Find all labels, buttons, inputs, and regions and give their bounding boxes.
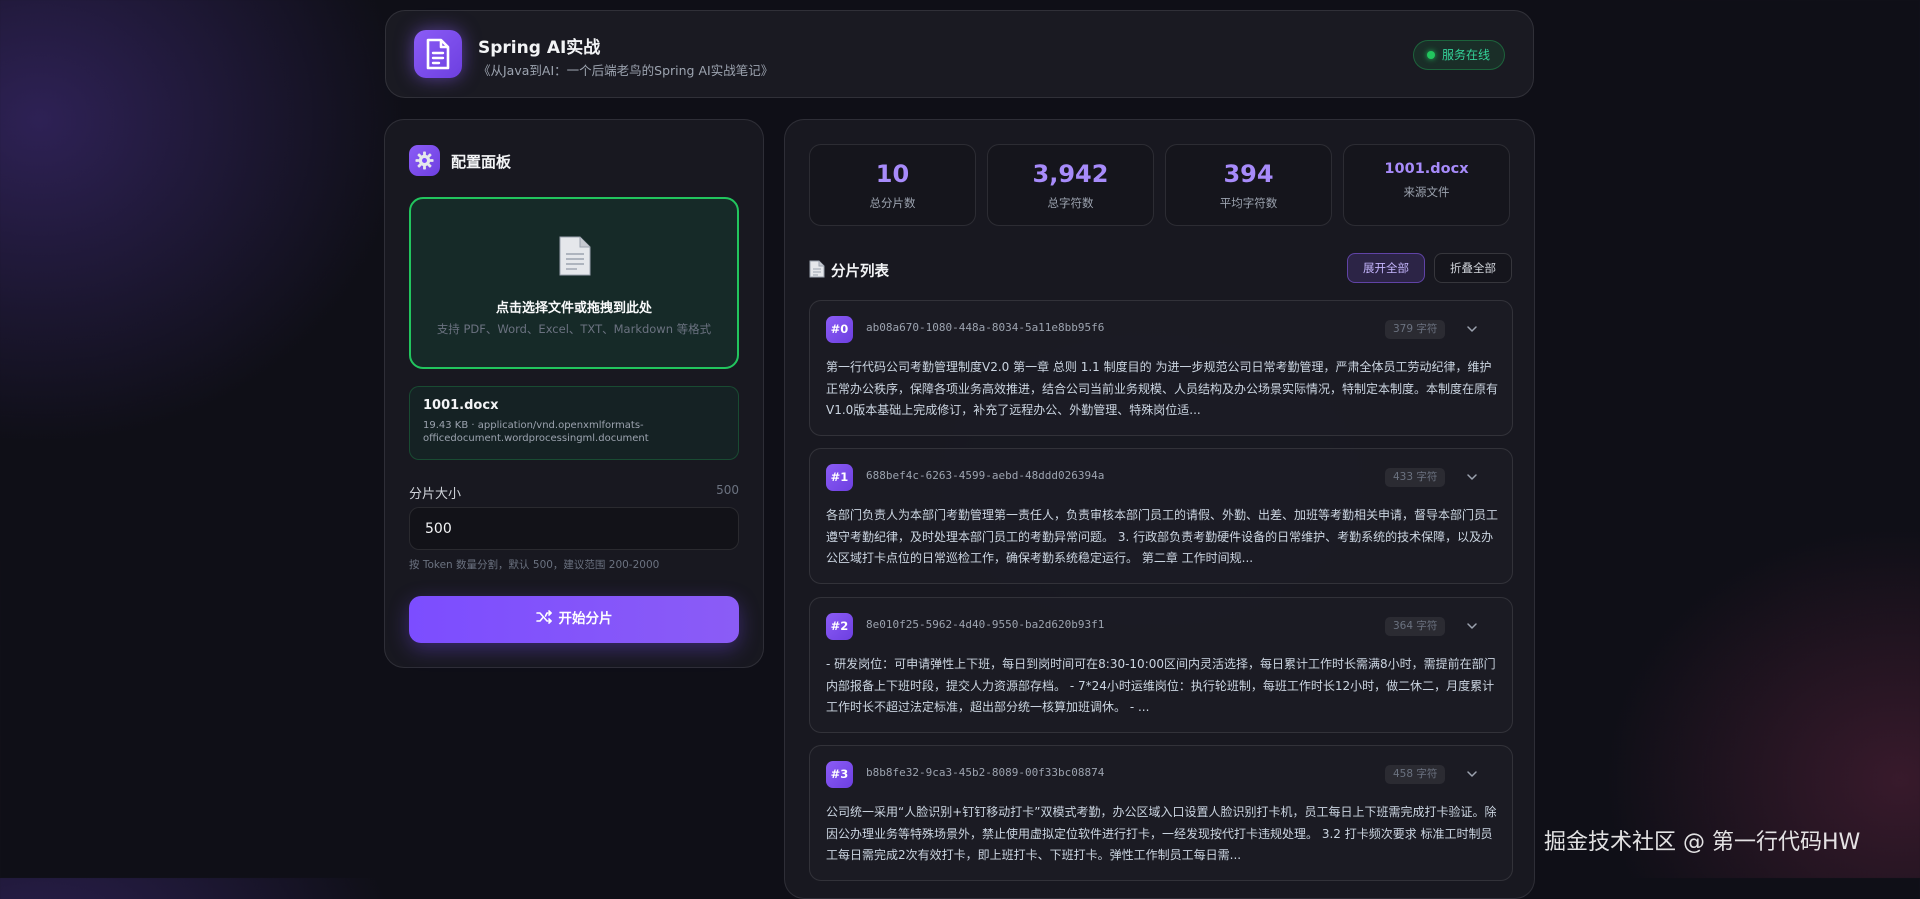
status-dot-icon: [1426, 51, 1435, 59]
stat-avg-chars-value: 394: [1223, 160, 1274, 188]
chunk-char-count: 458 字符: [1385, 765, 1446, 784]
chunk-char-count: 364 字符: [1385, 617, 1446, 636]
stat-total-chars: 3,942 总字符数: [987, 144, 1154, 226]
stat-source-file: 1001.docx 来源文件: [1343, 144, 1510, 226]
stat-avg-chars: 394 平均字符数: [1165, 144, 1332, 226]
selected-file-card: 1001.docx 19.43 KB · application/vnd.ope…: [409, 386, 739, 460]
chunk-id: b8b8fe32-9ca3-45b2-8089-00f33bc08874: [866, 766, 1105, 779]
chunk-size-display: 500: [716, 483, 739, 497]
chunk-text: 公司统一采用“人脸识别+钉钉移动打卡”双模式考勤，办公区域入口设置人脸识别打卡机…: [826, 805, 1497, 862]
chunk-index-badge: #1: [826, 464, 853, 491]
stat-total-chars-value: 3,942: [1032, 160, 1109, 188]
chunk-card[interactable]: #1 688bef4c-6263-4599-aebd-48ddd026394a …: [809, 448, 1513, 584]
upload-hint: 支持 PDF、Word、Excel、TXT、Markdown 等格式: [436, 322, 712, 336]
chunk-card[interactable]: #3 b8b8fe32-9ca3-45b2-8089-00f33bc08874 …: [809, 745, 1513, 881]
file-name: 1001.docx: [423, 398, 499, 413]
start-split-label: 开始分片: [558, 611, 613, 627]
file-icon: [559, 236, 591, 276]
watermark: 掘金技术社区 @ 第一行代码HW: [1544, 830, 1861, 855]
file-meta: 19.43 KB · application/vnd.openxmlformat…: [423, 420, 649, 444]
chevron-down-icon[interactable]: [1466, 768, 1478, 780]
gear-icon: [409, 145, 440, 176]
config-title: 配置面板: [451, 153, 512, 171]
upload-title: 点击选择文件或拖拽到此处: [495, 301, 652, 316]
collapse-all-button[interactable]: 折叠全部: [1434, 253, 1512, 283]
document-list-icon: [809, 260, 825, 278]
shuffle-icon: [535, 610, 552, 624]
chevron-down-icon[interactable]: [1466, 323, 1478, 335]
file-upload-dropzone[interactable]: 点击选择文件或拖拽到此处 支持 PDF、Word、Excel、TXT、Markd…: [409, 197, 739, 369]
chunk-char-count: 379 字符: [1385, 320, 1446, 339]
stat-source-file-value: 1001.docx: [1384, 161, 1469, 177]
start-split-button[interactable]: 开始分片: [409, 596, 739, 643]
status-text: 服务在线: [1441, 48, 1490, 62]
chunk-char-count: 433 字符: [1385, 468, 1446, 487]
chunk-text: 第一行代码公司考勤管理制度V2.0 第一章 总则 1.1 制度目的 为进一步规范…: [826, 360, 1498, 417]
chunk-index-badge: #3: [826, 761, 853, 788]
stat-source-file-label: 来源文件: [1403, 185, 1450, 199]
chunk-card[interactable]: #0 ab08a670-1080-448a-8034-5a11e8bb95f6 …: [809, 300, 1513, 436]
expand-all-button[interactable]: 展开全部: [1347, 253, 1425, 283]
chunk-id: ab08a670-1080-448a-8034-5a11e8bb95f6: [866, 321, 1105, 334]
document-icon: [414, 30, 462, 78]
chunk-list-title: 分片列表: [831, 264, 889, 280]
chunk-size-input[interactable]: [409, 507, 739, 550]
stat-total-chars-label: 总字符数: [1047, 196, 1094, 210]
chunk-size-label: 分片大小: [409, 487, 462, 502]
chevron-down-icon[interactable]: [1466, 471, 1478, 483]
config-panel: 配置面板 点击选择文件或拖拽到此处 支持 PDF、Word、Excel、TXT、…: [384, 119, 764, 668]
app-title: Spring AI实战: [478, 38, 601, 58]
status-badge: 服务在线: [1412, 40, 1505, 70]
chunk-text: - 研发岗位：可申请弹性上下班，每日到岗时间可在8:30-10:00区间内灵活选…: [826, 657, 1496, 714]
app-subtitle: 《从Java到AI：一个后端老鸟的Spring AI实战笔记》: [478, 63, 774, 78]
stat-total-chunks-value: 10: [875, 160, 910, 188]
chunk-id: 688bef4c-6263-4599-aebd-48ddd026394a: [866, 469, 1105, 482]
stat-total-chunks: 10 总分片数: [809, 144, 976, 226]
chevron-down-icon[interactable]: [1466, 620, 1478, 632]
stat-avg-chars-label: 平均字符数: [1219, 196, 1278, 210]
app-header: Spring AI实战 《从Java到AI：一个后端老鸟的Spring AI实战…: [385, 10, 1534, 98]
chunk-text: 各部门负责人为本部门考勤管理第一责任人，负责审核本部门员工的请假、外勤、出差、加…: [826, 508, 1498, 565]
stat-total-chunks-label: 总分片数: [869, 196, 916, 210]
chunk-index-badge: #2: [826, 613, 853, 640]
chunk-size-hint: 按 Token 数量分割，默认 500，建议范围 200-2000: [409, 559, 660, 571]
chunk-id: 8e010f25-5962-4d40-9550-ba2d620b93f1: [866, 618, 1105, 631]
chunk-card[interactable]: #2 8e010f25-5962-4d40-9550-ba2d620b93f1 …: [809, 597, 1513, 733]
chunk-index-badge: #0: [826, 316, 853, 343]
results-panel: 10 总分片数 3,942 总字符数 394 平均字符数 1001.docx 来…: [784, 119, 1535, 899]
